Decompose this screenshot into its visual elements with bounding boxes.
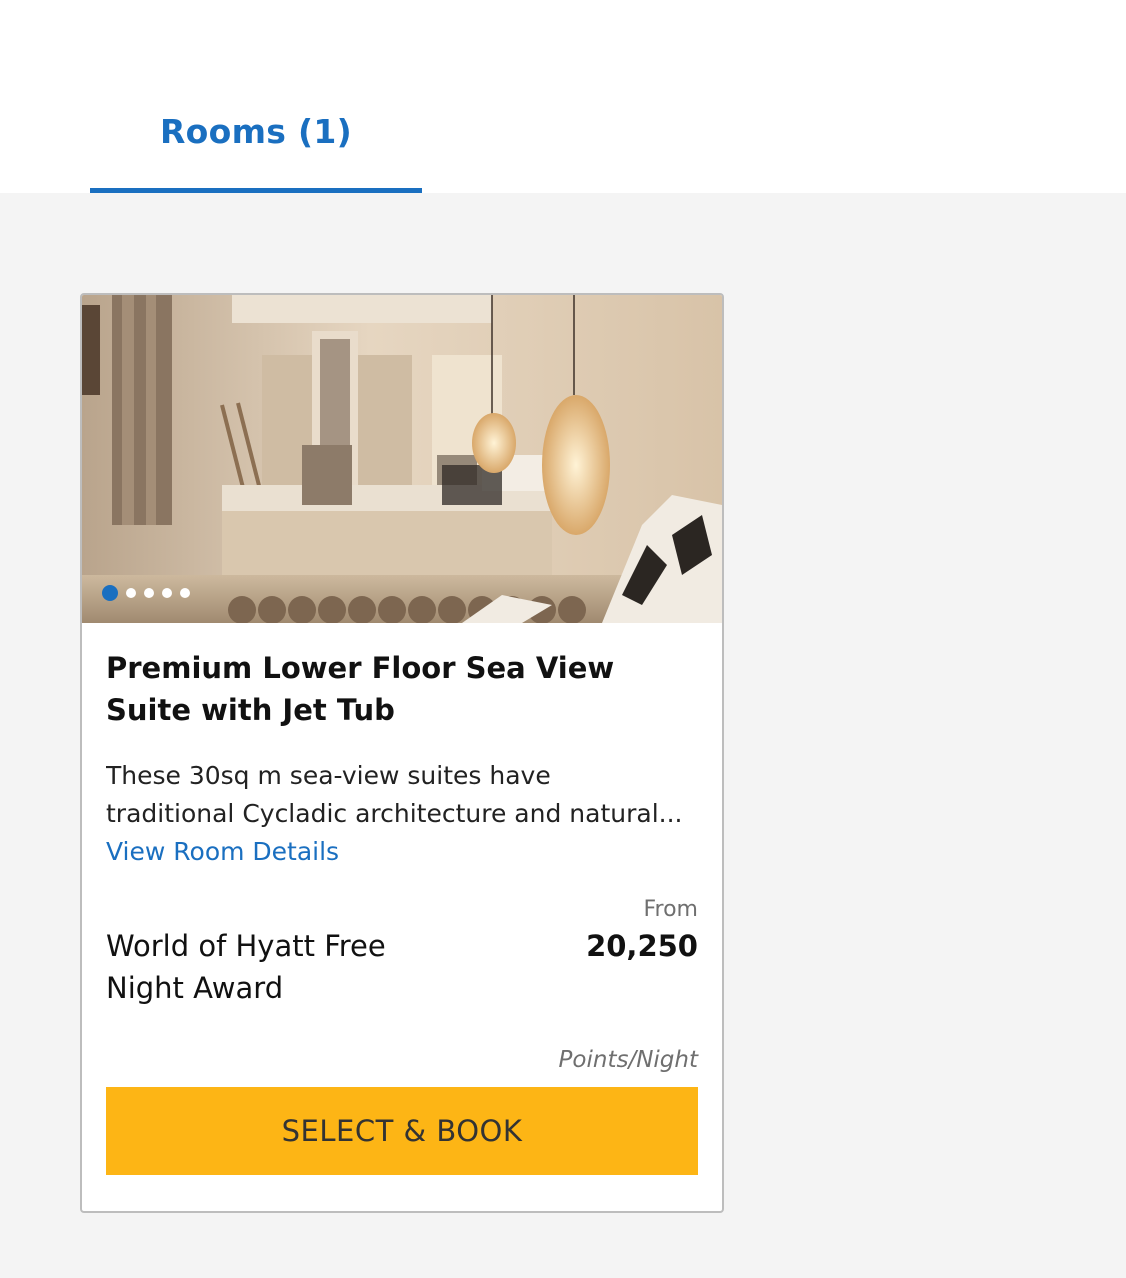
tab-rooms-label: Rooms (1)	[159, 112, 353, 151]
room-photo-illustration	[82, 295, 722, 623]
room-description-line: These 30sq m sea-view suites have	[106, 761, 551, 790]
points-price: 20,250	[586, 929, 698, 963]
price-unit: Points/Night	[558, 1047, 698, 1073]
view-room-details-link[interactable]: View Room Details	[106, 833, 339, 871]
room-description-line: traditional Cycladic architecture and na…	[106, 799, 683, 828]
carousel-dot-icon[interactable]	[180, 588, 190, 598]
carousel-dot-icon[interactable]	[102, 585, 118, 601]
room-photo[interactable]	[82, 295, 722, 623]
carousel-dots	[102, 585, 190, 601]
room-card: Premium Lower Floor Sea View Suite with …	[80, 293, 724, 1213]
tab-active-indicator	[90, 188, 422, 193]
tab-bar: Rooms (1)	[0, 0, 1126, 193]
select-and-book-button[interactable]: SELECT & BOOK	[106, 1087, 698, 1175]
tab-rooms[interactable]: Rooms (1)	[90, 100, 422, 193]
room-description: These 30sq m sea-view suites have tradit…	[106, 757, 702, 833]
carousel-dot-icon[interactable]	[162, 588, 172, 598]
price-prefix: From	[643, 897, 698, 922]
carousel-dot-icon[interactable]	[144, 588, 154, 598]
carousel-dot-icon[interactable]	[126, 588, 136, 598]
rate-name: World of Hyatt Free Night Award	[106, 929, 386, 1005]
room-title: Premium Lower Floor Sea View Suite with …	[106, 651, 615, 727]
